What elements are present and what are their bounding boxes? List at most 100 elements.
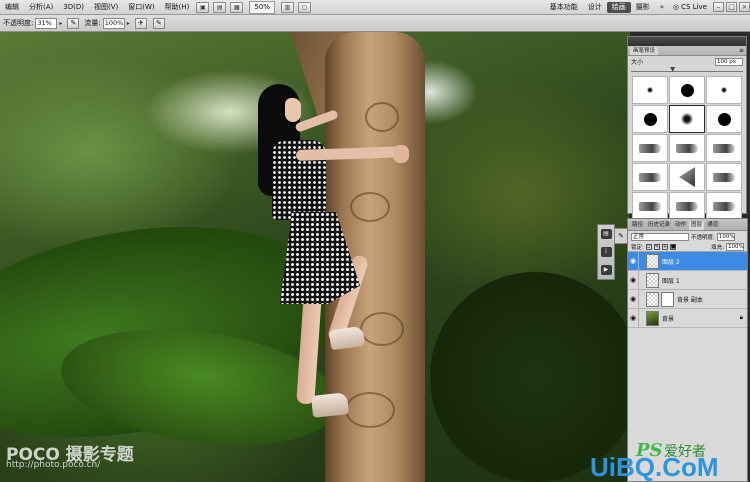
opacity-input[interactable]: 31% — [35, 17, 58, 29]
tree-texture — [350, 192, 390, 222]
lock-position-icon[interactable]: + — [661, 243, 668, 250]
tab-channels[interactable]: 通道 — [705, 221, 721, 230]
airbrush-icon[interactable]: ✈ — [134, 17, 147, 29]
cs-live-button[interactable]: ◎ CS Live — [669, 3, 711, 11]
layer-name: 图层 1 — [662, 277, 680, 285]
tab-history[interactable]: 历史记录 — [646, 221, 673, 230]
hard-round-brush-icon — [643, 112, 657, 126]
layer-row[interactable]: ◉ 图层 2 — [628, 251, 747, 271]
brush-panel-toggle-icon[interactable]: ✎ — [614, 228, 628, 244]
flow-dropdown-icon[interactable]: ▸ — [125, 20, 132, 27]
workspace-essentials[interactable]: 基本功能 — [545, 2, 583, 13]
workspace-design[interactable]: 设计 — [583, 2, 607, 13]
eye-icon[interactable]: ◉ — [628, 289, 639, 309]
lock-all-icon[interactable]: ■ — [669, 243, 676, 250]
layer-name: 图层 2 — [662, 258, 680, 266]
brush-preset[interactable] — [669, 163, 705, 191]
lock-icon: 🔒︎ — [739, 314, 743, 321]
flow-label: 流量: — [84, 19, 101, 27]
brush-preset[interactable] — [632, 76, 668, 104]
brush-tip-icon — [639, 201, 661, 211]
layer-thumbnail — [646, 291, 659, 307]
layer-thumbnail — [646, 272, 659, 288]
brush-preset[interactable] — [669, 134, 705, 162]
fill-input[interactable]: 100% — [726, 242, 744, 251]
document-canvas[interactable]: POCO 摄影专题 http://photo.poco.cn/ — [0, 32, 630, 482]
eye-icon[interactable]: ◉ — [628, 308, 639, 328]
tab-paths[interactable]: 路径 — [630, 221, 646, 230]
eye-icon[interactable]: ◉ — [628, 251, 639, 271]
brush-tip-icon — [639, 143, 661, 153]
lock-transparent-icon[interactable]: ▫ — [645, 243, 652, 250]
brush-preset[interactable] — [706, 192, 742, 220]
info-icon[interactable]: i — [600, 247, 612, 257]
lock-pixels-icon[interactable]: ✎ — [653, 243, 660, 250]
brush-size-input[interactable]: 100 px — [715, 57, 743, 66]
brush-preset[interactable] — [632, 192, 668, 220]
lock-label: 锁定: — [631, 244, 644, 251]
flow-input[interactable]: 100% — [102, 17, 125, 29]
actions-icon[interactable]: ▶ — [600, 265, 612, 275]
brush-preset-selected[interactable] — [669, 105, 705, 133]
brush-panel-tabs: 画笔预设 ≡ — [628, 46, 746, 56]
workspace-photography[interactable]: 摄影 — [631, 2, 655, 13]
options-bar: 不透明度: 31% ▸ ✎ 流量: 100% ▸ ✈ ✎ — [0, 15, 750, 32]
close-button[interactable]: × — [739, 2, 750, 12]
maximize-button[interactable]: □ — [726, 2, 737, 12]
blend-mode-select[interactable]: 正常 — [631, 232, 689, 241]
brush-preset[interactable] — [706, 134, 742, 162]
pressure-size-icon[interactable]: ✎ — [152, 17, 165, 29]
menu-bar: 编辑 分析(A) 3D(D) 视图(V) 窗口(W) 帮助(H) ▣ ▤ ▦ 5… — [0, 0, 750, 15]
soft-round-brush-icon — [681, 113, 693, 125]
brush-preset[interactable] — [706, 105, 742, 133]
hard-round-brush-icon — [680, 83, 694, 97]
brush-size-label: 大小 — [631, 59, 644, 66]
brush-tip-icon — [713, 143, 735, 153]
menu-analysis[interactable]: 分析(A) — [24, 0, 58, 15]
workspace-more-icon[interactable]: » — [655, 2, 669, 13]
screen-mode-icon[interactable]: ▢ — [297, 1, 311, 13]
girl-hand — [393, 145, 409, 163]
brush-preset[interactable] — [706, 163, 742, 191]
panel-menu-icon[interactable]: ≡ — [739, 47, 746, 55]
menu-3d[interactable]: 3D(D) — [58, 0, 89, 15]
launch-bridge-icon[interactable]: ▣ — [196, 1, 210, 13]
eye-icon[interactable]: ◉ — [628, 270, 639, 290]
panel-titlebar[interactable] — [628, 37, 746, 46]
layer-row[interactable]: ◉ 背景 🔒︎ — [628, 308, 747, 328]
layer-thumbnail — [646, 253, 659, 269]
tab-actions[interactable]: 动作 — [673, 221, 689, 230]
cs-live-icon: ◎ — [673, 3, 680, 11]
launch-mini-bridge-icon[interactable]: ▤ — [213, 1, 227, 13]
history-icon[interactable]: ▤ — [600, 229, 612, 239]
brush-preset[interactable] — [632, 163, 668, 191]
menu-window[interactable]: 窗口(W) — [123, 0, 159, 15]
tree-texture — [360, 312, 404, 346]
layer-opacity-input[interactable]: 100% — [716, 232, 735, 241]
layer-mask-thumbnail[interactable] — [661, 291, 674, 307]
view-extras-icon[interactable]: ▦ — [230, 1, 244, 13]
opacity-dropdown-icon[interactable]: ▸ — [57, 20, 64, 27]
tab-layers[interactable]: 图层 — [689, 221, 705, 230]
menu-edit[interactable]: 编辑 — [0, 0, 24, 15]
zoom-level-select[interactable]: 50% — [249, 0, 275, 14]
brush-preset[interactable] — [669, 76, 705, 104]
layer-row[interactable]: ◉ 背景 副本 — [628, 289, 747, 309]
workspace-painting[interactable]: 绘画 — [606, 1, 631, 13]
layers-panel-tabs: 路径 历史记录 动作 图层 通道 — [628, 219, 747, 231]
girl-face — [285, 98, 301, 122]
minimize-button[interactable]: – — [713, 2, 724, 12]
brush-size-slider[interactable] — [631, 67, 743, 72]
brush-preset[interactable] — [669, 192, 705, 220]
menu-help[interactable]: 帮助(H) — [160, 0, 195, 15]
brush-size-slider-thumb[interactable] — [670, 67, 676, 72]
arrange-documents-icon[interactable]: ▥ — [280, 1, 294, 13]
brush-preset[interactable] — [632, 105, 668, 133]
layer-row[interactable]: ◉ 图层 1 — [628, 270, 747, 290]
pressure-opacity-icon[interactable]: ✎ — [67, 17, 80, 29]
tab-brush-presets[interactable]: 画笔预设 — [630, 47, 659, 55]
brush-preset[interactable] — [706, 76, 742, 104]
opacity-label: 不透明度: — [3, 19, 34, 27]
brush-preset[interactable] — [632, 134, 668, 162]
menu-view[interactable]: 视图(V) — [89, 0, 123, 15]
